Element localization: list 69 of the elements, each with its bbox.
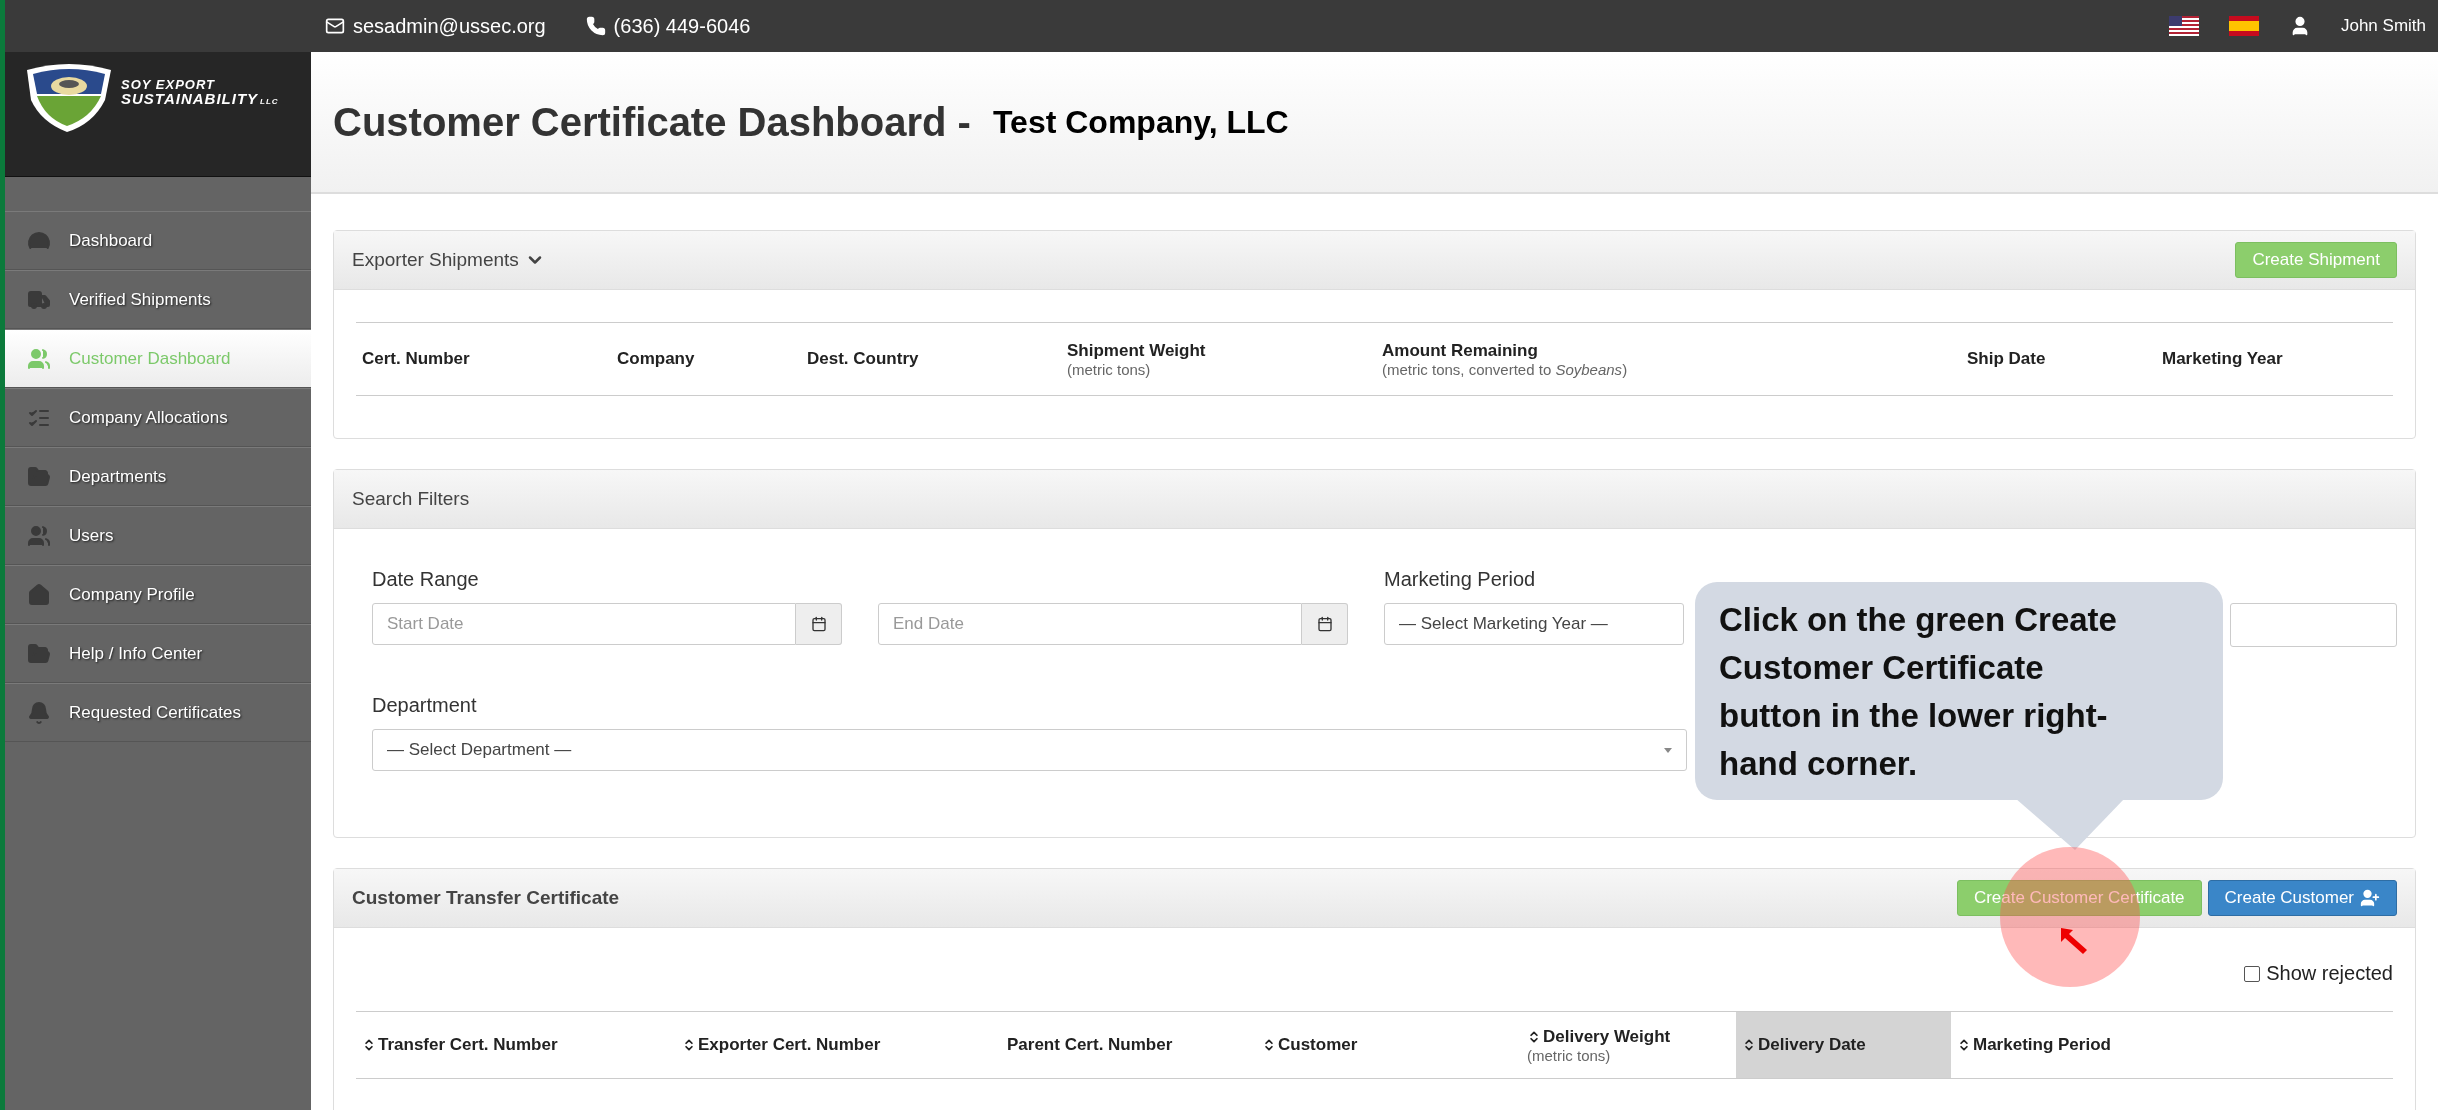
- sidebar-item[interactable]: Dashboard: [5, 211, 311, 270]
- bell-icon: [27, 700, 51, 725]
- column-header[interactable]: Marketing Period: [1957, 1035, 2387, 1055]
- sort-icon: [1262, 1038, 1276, 1052]
- column-header: Marketing Year: [2162, 349, 2284, 369]
- column-header[interactable]: Customer: [1262, 1035, 1515, 1055]
- column-header[interactable]: Delivery Weight: [1527, 1026, 1730, 1047]
- create-customer-button[interactable]: Create Customer: [2207, 880, 2397, 916]
- column-header: Company: [617, 349, 696, 369]
- folder-icon: [27, 464, 51, 489]
- user-plus-icon: [2360, 888, 2380, 908]
- users-icon: [27, 523, 51, 548]
- mail-icon: [325, 16, 345, 36]
- sidebar-item[interactable]: Company Profile: [5, 565, 311, 624]
- calendar-button[interactable]: [796, 603, 842, 645]
- column-subtitle: (metric tons, converted to Soybeans): [1382, 360, 1629, 378]
- caret-icon: [1664, 747, 1672, 753]
- arrow-icon: [2059, 926, 2089, 956]
- sidebar-item[interactable]: Users: [5, 506, 311, 565]
- sidebar-item[interactable]: Company Allocations: [5, 388, 311, 447]
- sort-icon: [682, 1038, 696, 1052]
- department-select[interactable]: — Select Department —: [372, 729, 1687, 771]
- sidebar-item[interactable]: Departments: [5, 447, 311, 506]
- sort-icon: [1527, 1029, 1541, 1044]
- column-header: Ship Date: [1967, 349, 2047, 369]
- house-icon: [27, 582, 51, 607]
- panel-title[interactable]: Exporter Shipments: [352, 249, 545, 271]
- column-header[interactable]: Transfer Cert. Number: [362, 1035, 670, 1055]
- calendar-button[interactable]: [1302, 603, 1348, 645]
- phone-text: (636) 449-6046: [585, 14, 751, 38]
- sidebar-item[interactable]: Help / Info Center: [5, 624, 311, 683]
- column-header[interactable]: Parent Cert. Number: [1007, 1035, 1250, 1055]
- page-title: Customer Certificate Dashboard -: [333, 99, 971, 145]
- start-date-field[interactable]: Start Date: [372, 603, 796, 645]
- sort-down-icon: [1742, 1038, 1756, 1052]
- sidebar-item[interactable]: Requested Certificates: [5, 683, 311, 742]
- marketing-year-select[interactable]: — Select Marketing Year —: [1384, 603, 1684, 645]
- sort-icon: [1957, 1038, 1971, 1052]
- panel-title: Customer Transfer Certificate: [352, 887, 620, 909]
- folder-icon: [27, 641, 51, 666]
- calendar-icon: [810, 616, 827, 632]
- email-text: sesadmin@ussec.org: [325, 14, 546, 38]
- users-icon: [27, 346, 51, 371]
- cert-number-field[interactable]: [2230, 603, 2397, 647]
- calendar-icon: [1316, 616, 1333, 632]
- phone-icon: [585, 16, 606, 36]
- checkbox[interactable]: [2244, 965, 2261, 982]
- sidebar-item[interactable]: Verified Shipments: [5, 270, 311, 329]
- column-subtitle: (metric tons): [1067, 360, 1152, 378]
- column-subtitle: (metric tons): [1527, 1046, 1612, 1064]
- panel-title: Search Filters: [352, 488, 470, 510]
- user-name[interactable]: John Smith: [2340, 16, 2426, 36]
- field-label: Marketing Period: [1384, 567, 1537, 591]
- column-header: Cert. Number: [362, 349, 471, 369]
- field-label: Department: [372, 693, 478, 717]
- spain-flag-icon[interactable]: [2228, 16, 2259, 36]
- logo-text: SOY EXPORT: [121, 78, 217, 91]
- column-header: Dest. Country: [807, 349, 920, 369]
- column-header: Amount Remaining: [1382, 340, 1539, 361]
- us-flag-icon[interactable]: [2168, 16, 2199, 36]
- sort-icon: [362, 1038, 376, 1052]
- logo-suffix: LLC: [260, 98, 279, 106]
- column-header: Shipment Weight: [1067, 340, 1207, 361]
- column-header[interactable]: Exporter Cert. Number: [682, 1035, 995, 1055]
- field-label: Date Range: [372, 567, 480, 591]
- company-name: Test Company, LLC: [992, 103, 1289, 141]
- end-date-field[interactable]: End Date: [878, 603, 1302, 645]
- checkbox-label[interactable]: Show rejected: [2266, 962, 2393, 985]
- logo-text: SUSTAINABILITY: [121, 91, 259, 106]
